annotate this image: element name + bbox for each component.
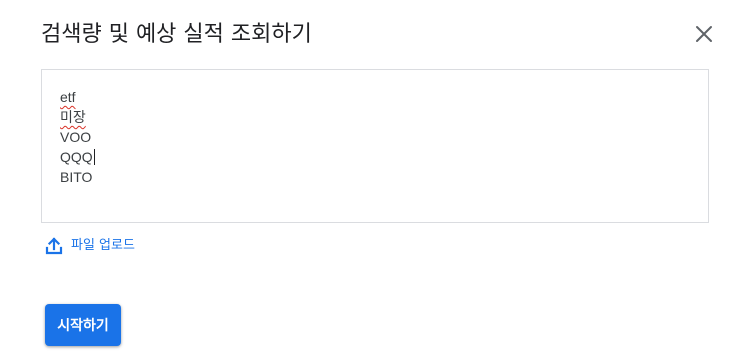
dialog-title: 검색량 및 예상 실적 조회하기 <box>41 22 312 47</box>
keyword-textarea[interactable]: etf 미장 VOO QQQ BITO <box>41 69 709 223</box>
upload-icon <box>44 236 64 256</box>
keyword-line: QQQ <box>60 147 95 167</box>
text-caret <box>93 149 95 165</box>
keyword-line: etf <box>60 87 95 107</box>
file-upload-link[interactable]: 파일 업로드 <box>44 236 135 256</box>
start-button[interactable]: 시작하기 <box>45 304 121 346</box>
search-volume-dialog: 검색량 및 예상 실적 조회하기 etf 미장 VOO QQQ BITO 파일 … <box>0 0 753 358</box>
keyword-text: BITO <box>60 169 93 185</box>
keyword-line: 미장 <box>60 107 95 127</box>
keyword-line: VOO <box>60 127 95 147</box>
close-icon <box>696 26 712 42</box>
close-button[interactable] <box>690 20 718 48</box>
keyword-text: 미장 <box>60 109 86 125</box>
keyword-text: VOO <box>60 129 92 145</box>
keyword-text: etf <box>60 89 76 105</box>
keyword-lines: etf 미장 VOO QQQ BITO <box>60 87 95 187</box>
file-upload-label: 파일 업로드 <box>71 238 135 253</box>
keyword-line: BITO <box>60 167 95 187</box>
keyword-text: QQQ <box>60 149 93 165</box>
